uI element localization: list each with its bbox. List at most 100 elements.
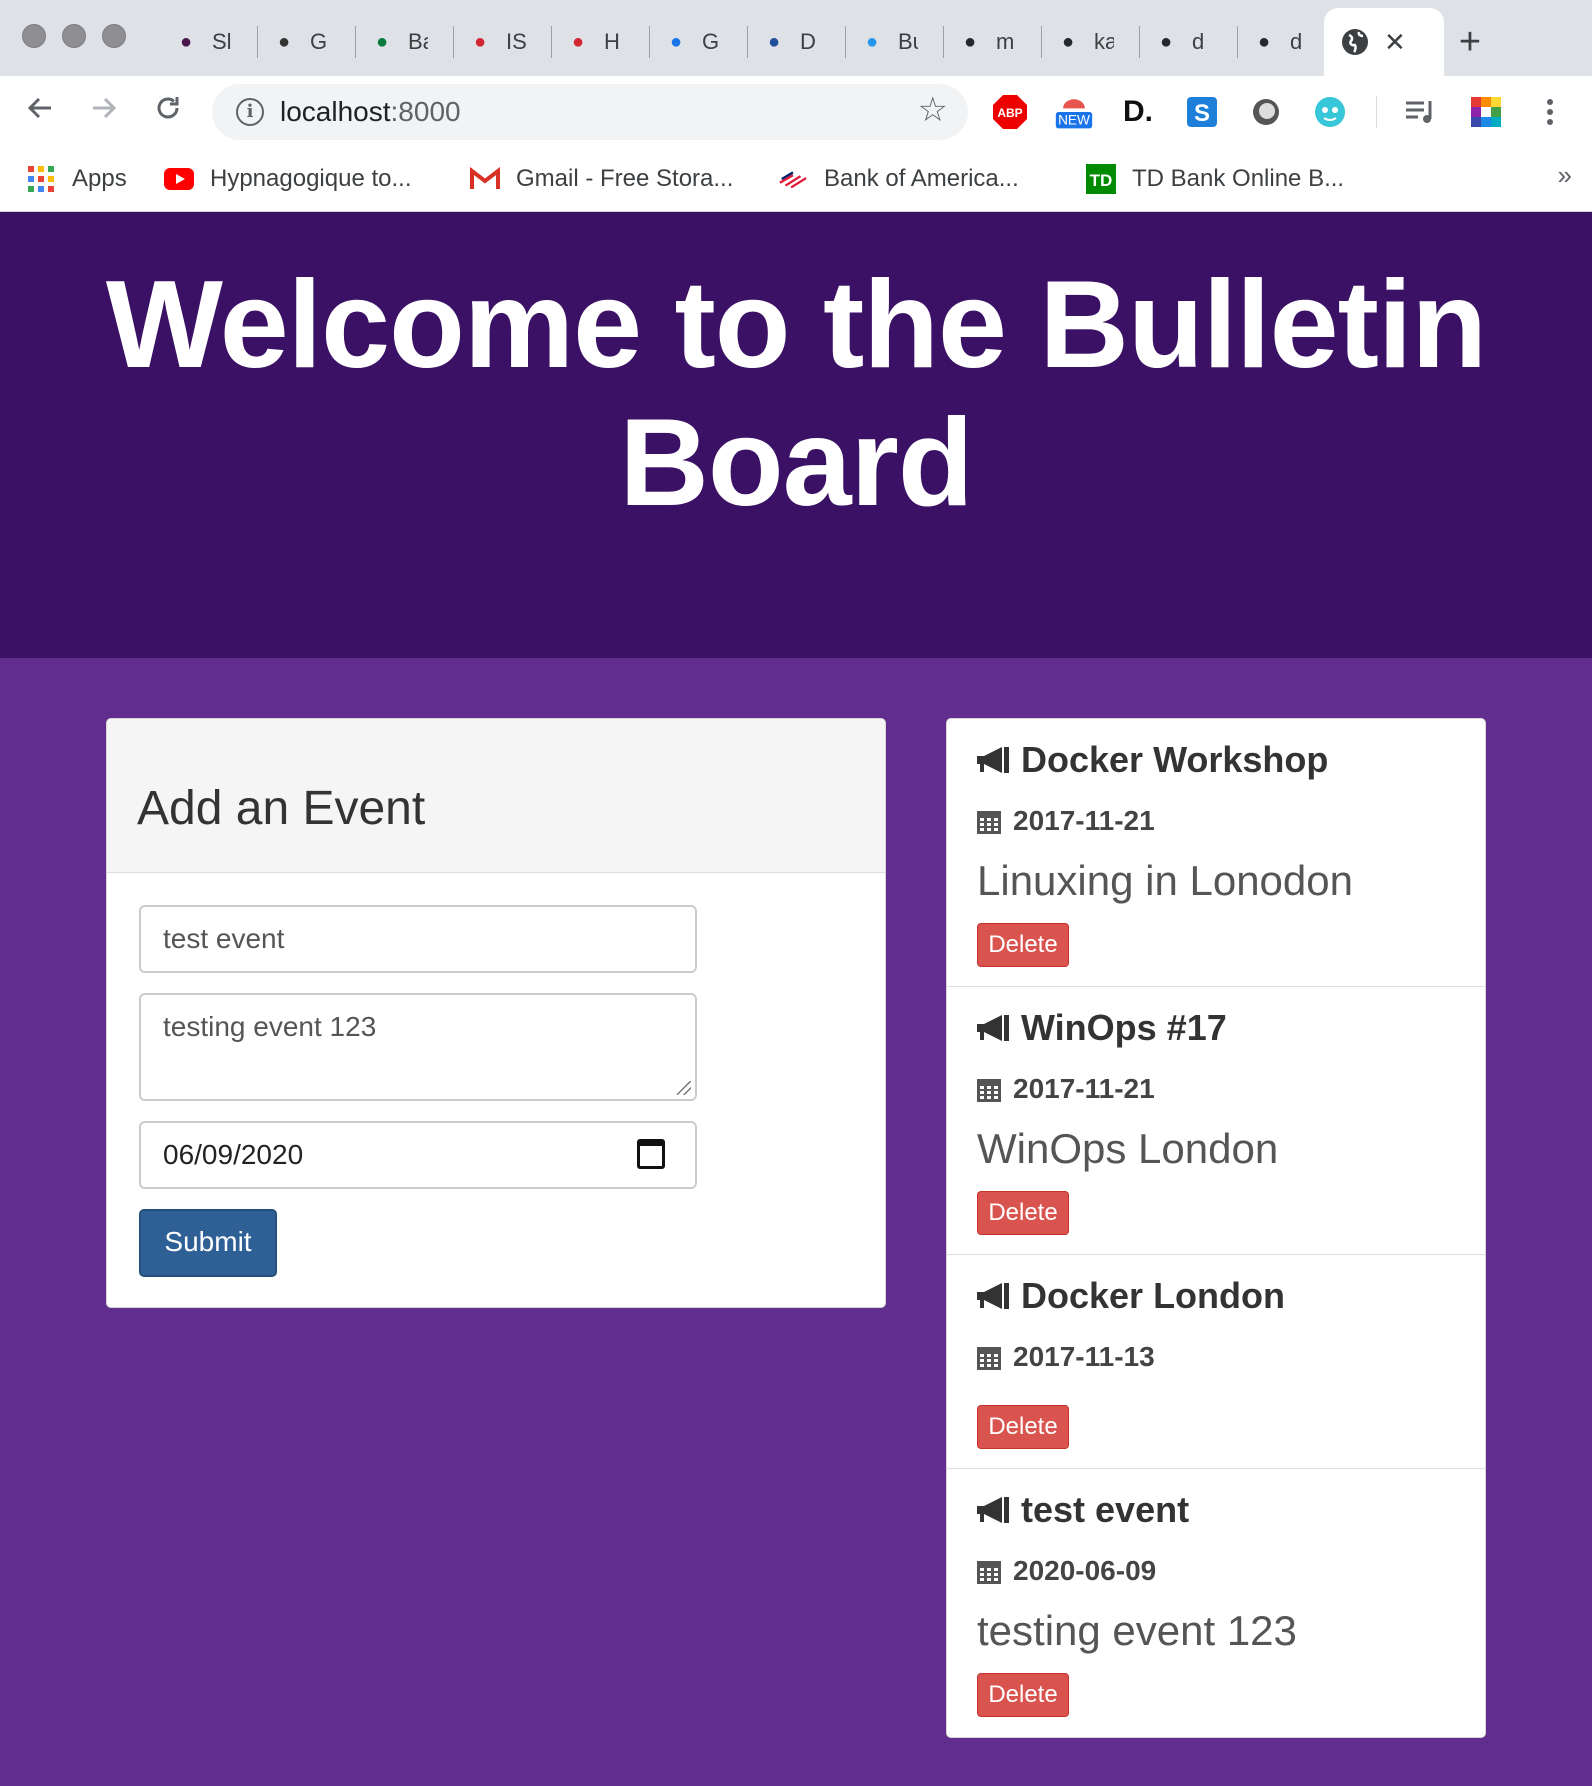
apps-grid-icon <box>26 164 56 194</box>
tab-title: IS <box>506 29 526 54</box>
tab-title: d <box>1192 29 1205 54</box>
event-title: Docker Workshop <box>1021 739 1329 780</box>
new-tab-button[interactable]: + <box>1448 20 1492 64</box>
event-title-row: WinOps #17 <box>973 1007 1227 1049</box>
browser-tab[interactable]: ● G <box>650 22 748 62</box>
github-icon: ● <box>1159 30 1173 53</box>
bookmark-gmail[interactable]: Gmail - Free Stora... <box>470 162 733 196</box>
add-event-panel: Add an Event test event testing event 12… <box>106 718 886 1308</box>
event-title: Docker London <box>1021 1275 1286 1316</box>
github-icon: ● <box>1257 30 1271 53</box>
browser-toolbar: i localhost:8000 ☆ ABP NEW D. S <box>0 76 1592 148</box>
circle-extension-button[interactable] <box>1246 92 1286 132</box>
event-title-row: Docker Workshop <box>973 739 1328 781</box>
reload-icon <box>157 97 179 119</box>
event-date-row: 2017-11-21 <box>977 1073 1155 1105</box>
s-extension-icon: S <box>1187 97 1217 127</box>
back-button[interactable] <box>18 90 62 134</box>
event-date-input[interactable]: 06/09/2020 <box>139 1121 697 1189</box>
address-url: localhost:8000 <box>280 96 461 127</box>
tab-active[interactable]: ✕ <box>1324 8 1444 76</box>
new-extension-button[interactable]: NEW <box>1054 92 1094 132</box>
browser-tab[interactable]: ● H <box>552 22 650 62</box>
forward-button[interactable] <box>82 90 126 134</box>
megaphone-icon <box>977 1015 1009 1041</box>
browser-tab[interactable]: ● d <box>1238 22 1336 62</box>
submit-button[interactable]: Submit <box>139 1209 277 1277</box>
browser-tab[interactable]: ● D <box>748 22 846 62</box>
colorful-extension-button[interactable] <box>1466 92 1506 132</box>
event-date-value: 06/09/2020 <box>163 1139 304 1170</box>
event-date: 2017-11-21 <box>1013 805 1155 836</box>
event-date: 2017-11-21 <box>1013 1073 1155 1104</box>
delete-event-button[interactable]: Delete <box>977 1673 1069 1717</box>
calendar-icon <box>977 1079 1001 1102</box>
browser-tab[interactable]: ● d <box>1140 22 1238 62</box>
youtube-icon <box>164 164 194 194</box>
event-description-textarea[interactable]: testing event 123 <box>139 993 697 1101</box>
browser-tab[interactable]: ● Bu <box>846 22 944 62</box>
browser-tab[interactable]: ● m <box>944 22 1042 62</box>
svg-text:ABP: ABP <box>997 106 1022 120</box>
tab-title: Bu <box>898 29 918 54</box>
github-icon: ● <box>963 30 977 53</box>
event-title: test event <box>1021 1489 1190 1530</box>
adblock-extension-button[interactable]: ABP <box>990 92 1030 132</box>
dash-extension-button[interactable]: D. <box>1118 92 1158 132</box>
event-item: Docker London 2017-11-13 Delete <box>947 1255 1485 1469</box>
s-extension-button[interactable]: S <box>1182 92 1222 132</box>
event-item: test event 2020-06-09 testing event 123 … <box>947 1469 1485 1737</box>
bookmark-apps[interactable]: Apps <box>26 162 127 196</box>
site-info-icon[interactable]: i <box>236 98 264 126</box>
browser-tab[interactable]: ● IS <box>454 22 552 62</box>
gmail-icon <box>470 164 500 194</box>
e-icon: ● <box>767 30 781 53</box>
bookmark-star-icon[interactable]: ☆ <box>918 90 948 130</box>
media-controls-button[interactable] <box>1400 92 1440 132</box>
tab-title: H <box>604 29 620 54</box>
browser-menu-button[interactable] <box>1530 92 1570 132</box>
browser-tabstrip: ●Sl●G●Ba●IS●H●G●D●Bu●m●ka●d●d ✕ + <box>0 0 1592 76</box>
window-close-button[interactable] <box>22 24 46 48</box>
window-zoom-button[interactable] <box>102 24 126 48</box>
browser-tab[interactable]: ● Ba <box>356 22 454 62</box>
adblock-icon: ABP <box>993 95 1027 129</box>
slack-icon: ● <box>179 30 193 53</box>
svg-text:S: S <box>1194 100 1210 127</box>
calendar-icon <box>977 811 1001 834</box>
markdown-icon: ● <box>277 30 291 53</box>
colorful-grid-icon <box>1471 97 1501 127</box>
bookmarks-overflow-button[interactable]: » <box>1558 160 1572 191</box>
forward-arrow-icon <box>93 97 117 119</box>
new-badge-icon: NEW <box>1055 99 1093 129</box>
event-item: WinOps #17 2017-11-21 WinOps London Dele… <box>947 987 1485 1255</box>
hero-banner: Welcome to the Bulletin Board <box>0 212 1592 658</box>
window-minimize-button[interactable] <box>62 24 86 48</box>
bookmark-td-bank[interactable]: TD TD Bank Online B... <box>1086 162 1344 196</box>
calendar-icon <box>977 1561 1001 1584</box>
delete-event-button[interactable]: Delete <box>977 923 1069 967</box>
browser-tab[interactable]: ● G <box>258 22 356 62</box>
browser-tab[interactable]: ● Sl <box>160 22 258 62</box>
bookmark-youtube[interactable]: Hypnagogique to... <box>164 162 411 196</box>
reload-button[interactable] <box>146 90 190 134</box>
tab-title: Ba <box>408 29 428 54</box>
tab-title: Sl <box>212 29 232 54</box>
delete-event-button[interactable]: Delete <box>977 1191 1069 1235</box>
event-title-row: test event <box>973 1489 1189 1531</box>
address-bar[interactable]: i localhost:8000 ☆ <box>212 84 968 140</box>
bookmarks-bar: Apps Hypnagogique to... Gmail - Free Sto… <box>0 148 1592 212</box>
bot-extension-button[interactable] <box>1310 92 1350 132</box>
calendar-picker-icon[interactable] <box>637 1139 665 1169</box>
event-title-row: Docker London <box>973 1275 1285 1317</box>
resize-handle-icon[interactable] <box>677 1081 691 1095</box>
delete-event-button[interactable]: Delete <box>977 1405 1069 1449</box>
close-tab-icon[interactable]: ✕ <box>1384 27 1406 58</box>
tab-title: d <box>1290 29 1303 54</box>
bookmark-bofa[interactable]: Bank of America... <box>778 162 1019 196</box>
megaphone-icon <box>977 747 1009 773</box>
back-arrow-icon <box>27 97 51 119</box>
kebab-menu-icon <box>1547 99 1553 125</box>
browser-tab[interactable]: ● ka <box>1042 22 1140 62</box>
event-name-input[interactable]: test event <box>139 905 697 973</box>
